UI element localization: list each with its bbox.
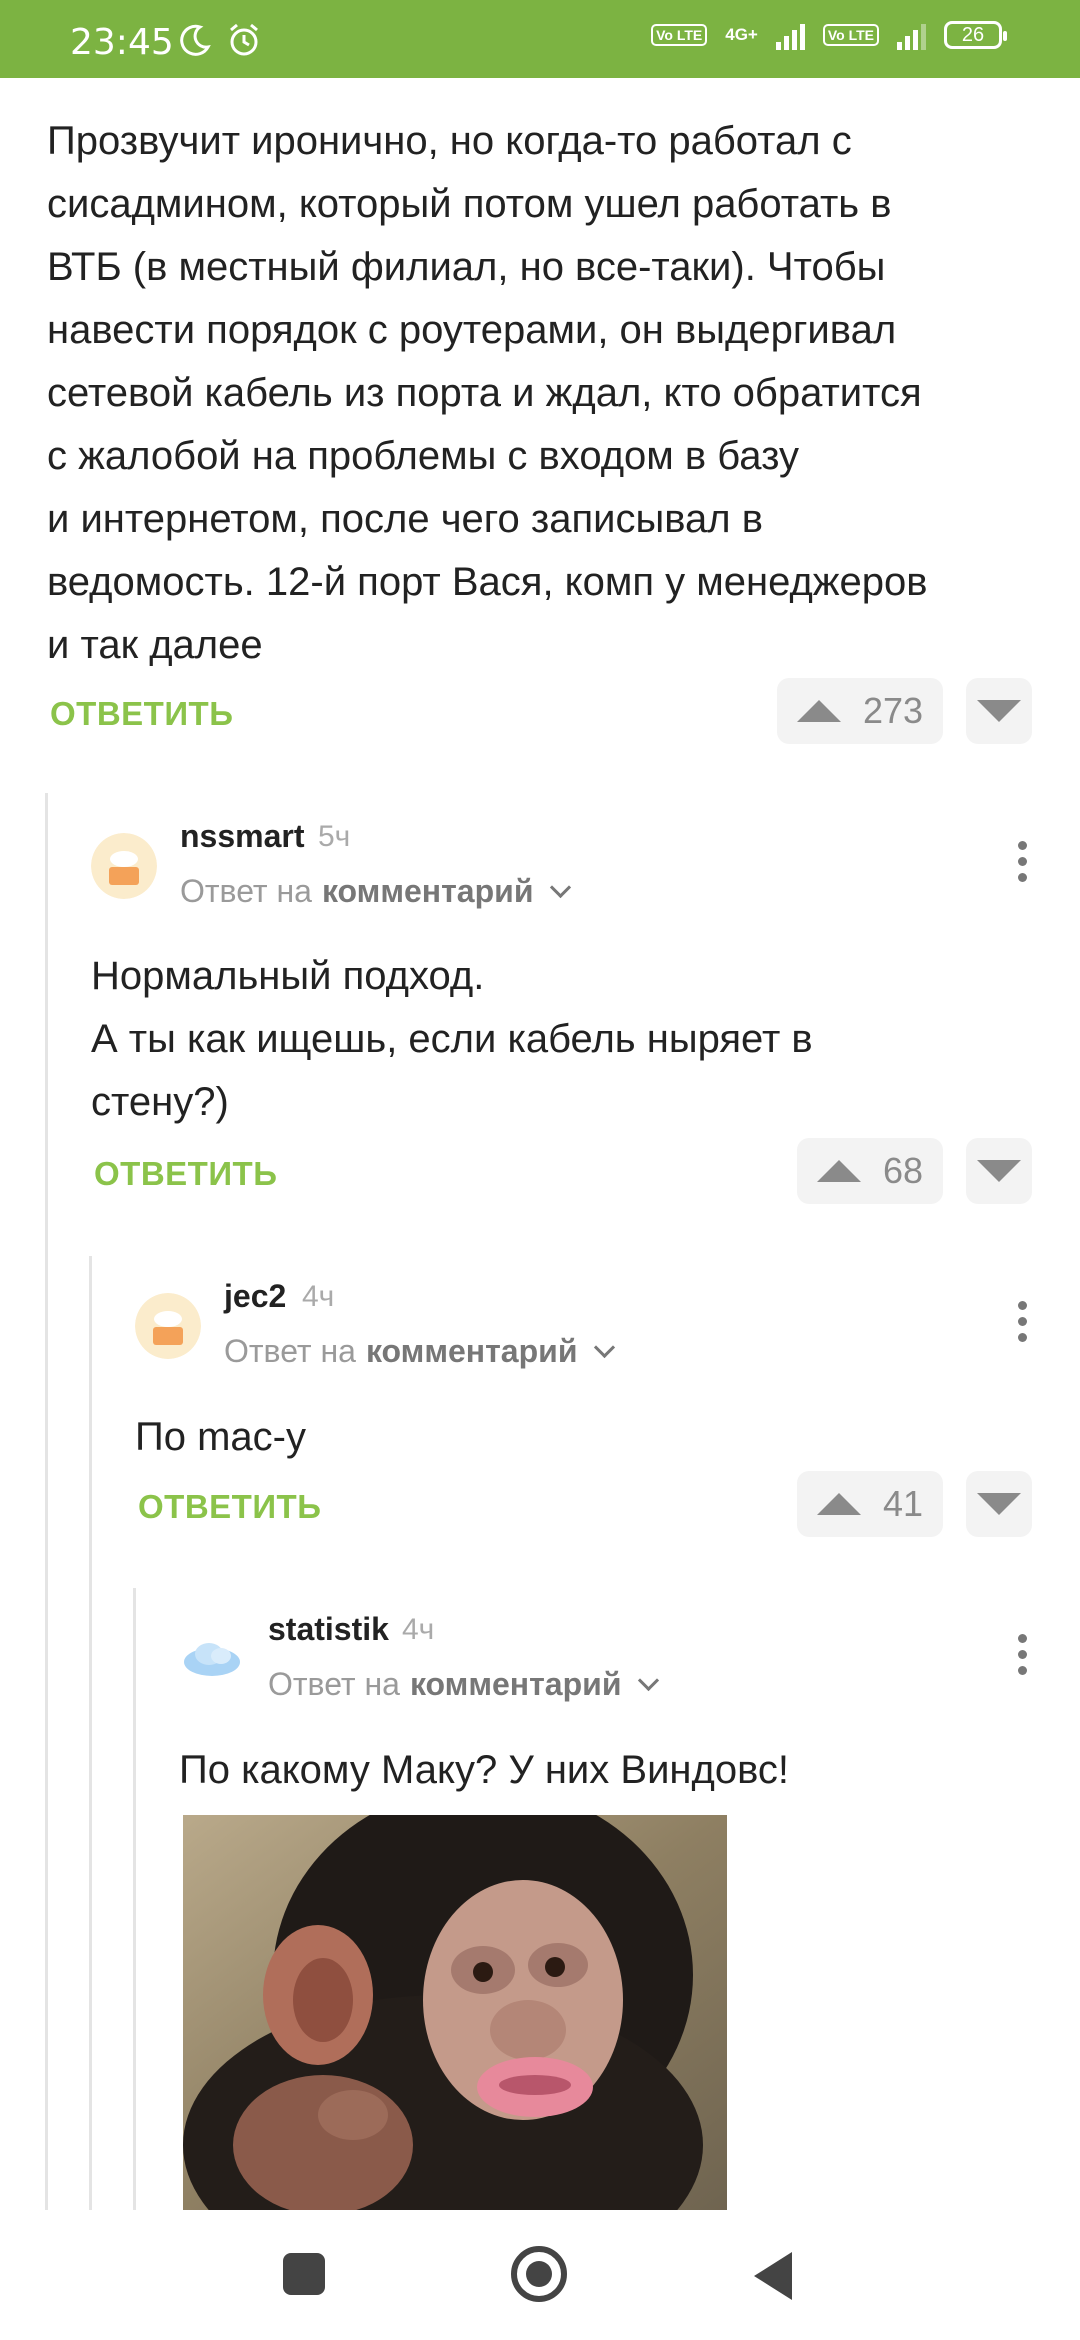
- signal-icon: [775, 20, 805, 50]
- battery-icon: 26: [944, 21, 1007, 49]
- signal-icon-2: [897, 20, 926, 50]
- downvote-button[interactable]: [966, 1138, 1032, 1204]
- thread-line-1: [45, 793, 48, 2210]
- reply-to-link[interactable]: Ответ на комментарий: [268, 1666, 660, 1703]
- upvote-button[interactable]: 273: [777, 678, 943, 744]
- comment-time: 4ч: [402, 1613, 435, 1646]
- comment-text: По какому Маку? У них Виндовс!: [179, 1748, 789, 1792]
- downvote-button[interactable]: [966, 1471, 1032, 1537]
- downvote-button[interactable]: [966, 678, 1032, 744]
- comment-text: Прозвучит иронично, но когда-то работал …: [47, 119, 928, 667]
- reply-button[interactable]: ОТВЕТИТЬ: [138, 1488, 321, 1526]
- username[interactable]: nssmart: [180, 818, 305, 855]
- reply-to-link[interactable]: Ответ на комментарий: [224, 1333, 616, 1370]
- comments-feed[interactable]: Прозвучит иронично, но когда-то работал …: [0, 78, 1080, 2210]
- comment-time: 4ч: [302, 1280, 335, 1313]
- reply-to-prefix: Ответ на: [180, 873, 312, 909]
- alarm-icon: [230, 23, 258, 56]
- upvote-icon: [796, 700, 841, 722]
- reply-to-target: комментарий: [409, 1666, 622, 1702]
- thread-line-3: [133, 1588, 136, 2210]
- reply-button[interactable]: ОТВЕТИТЬ: [94, 1155, 277, 1193]
- upvote-icon: [816, 1160, 861, 1182]
- avatar[interactable]: [135, 1293, 201, 1359]
- rating-value: 41: [882, 1483, 924, 1524]
- reply-to-link[interactable]: Ответ на комментарий: [180, 873, 572, 910]
- recents-button[interactable]: [283, 2253, 325, 2295]
- username[interactable]: statistik: [268, 1611, 389, 1648]
- reply-to-target: комментарий: [365, 1333, 578, 1369]
- upvote-button[interactable]: 68: [797, 1138, 943, 1204]
- system-nav-bar: [0, 2210, 1080, 2340]
- downvote-icon: [977, 1493, 1021, 1515]
- upvote-button[interactable]: 41: [797, 1471, 943, 1537]
- rating-value: 68: [882, 1150, 924, 1191]
- comment-time: 5ч: [318, 820, 351, 853]
- thread-line-2: [89, 1256, 92, 2210]
- avatar[interactable]: [91, 833, 157, 899]
- volte-badge: Vo LTE: [651, 24, 708, 46]
- chevron-down-icon: [550, 876, 572, 899]
- reply-button[interactable]: ОТВЕТИТЬ: [50, 695, 233, 733]
- reply-to-target: комментарий: [321, 873, 534, 909]
- more-vert-icon[interactable]: [1015, 1301, 1029, 1342]
- more-vert-icon[interactable]: [1015, 1634, 1029, 1675]
- chevron-down-icon: [638, 1669, 660, 1692]
- battery-level: 26: [961, 23, 985, 46]
- status-bar: 23:45 Vo LTE 4G+ Vo LTE 26: [0, 0, 1080, 78]
- downvote-icon: [977, 1160, 1021, 1182]
- upvote-icon: [816, 1493, 861, 1515]
- rating-value: 273: [862, 690, 924, 731]
- comment-image[interactable]: [183, 1815, 727, 2210]
- username[interactable]: jec2: [224, 1278, 286, 1315]
- downvote-icon: [977, 700, 1021, 722]
- home-button[interactable]: [511, 2246, 567, 2302]
- comment-text: По mac-у: [135, 1415, 306, 1459]
- reply-to-prefix: Ответ на: [268, 1666, 400, 1702]
- reply-to-prefix: Ответ на: [224, 1333, 356, 1369]
- volte-badge-2: Vo LTE: [822, 24, 879, 46]
- back-button[interactable]: [754, 2252, 792, 2300]
- avatar[interactable]: [179, 1626, 245, 1692]
- comment-text: Нормальный подход. А ты как ищешь, если …: [91, 954, 813, 1124]
- chevron-down-icon: [594, 1336, 616, 1359]
- more-vert-icon[interactable]: [1015, 841, 1029, 882]
- status-time: 23:45: [70, 22, 174, 63]
- status-right-icons: Vo LTE 4G+ Vo LTE 26: [651, 20, 1007, 50]
- status-left-icons: [178, 22, 262, 58]
- moon-icon: [180, 24, 211, 56]
- network-type: 4G+: [725, 25, 758, 44]
